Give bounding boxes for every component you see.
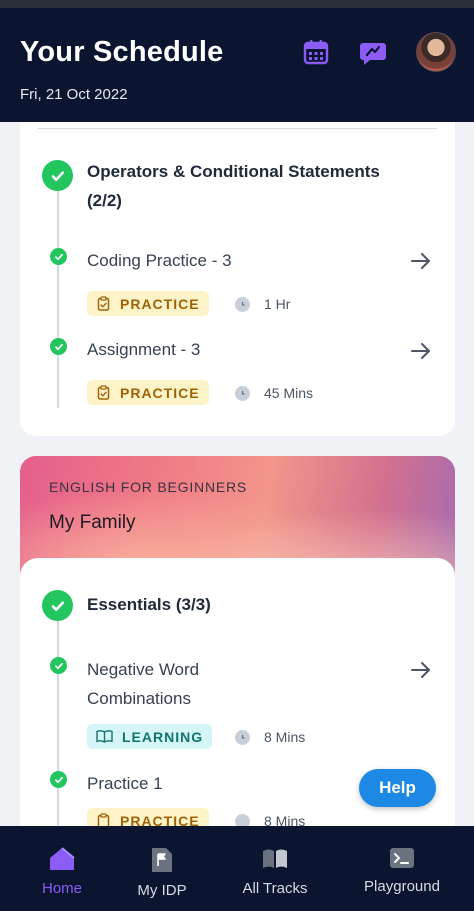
divider [38, 128, 437, 129]
course-topic-name: My Family [49, 512, 136, 533]
item-complete-check-icon [50, 248, 67, 265]
arrow-right-icon[interactable] [410, 340, 432, 362]
list-item-title[interactable]: Coding Practice - 3 [87, 246, 387, 275]
arrow-right-icon[interactable] [410, 659, 432, 681]
app-header: Your Schedule Fri, 21 Oct 2022 [0, 8, 474, 122]
nav-label: My IDP [137, 882, 187, 899]
status-bar-strip [0, 0, 474, 8]
practice-badge: PRACTICE [87, 808, 209, 826]
clipboard-icon [97, 813, 110, 826]
home-icon [50, 847, 75, 870]
course-track-name: ENGLISH FOR BEGINNERS [49, 479, 248, 495]
nav-playground[interactable]: Playground [356, 826, 448, 911]
badge-label: PRACTICE [120, 384, 200, 401]
help-button[interactable]: Help [359, 769, 436, 807]
item-complete-check-icon [50, 338, 67, 355]
arrow-right-icon[interactable] [410, 250, 432, 272]
timeline-line [57, 188, 59, 408]
current-date: Fri, 21 Oct 2022 [20, 86, 128, 103]
duration-text: 8 Mins [264, 813, 306, 826]
item-complete-check-icon [50, 771, 67, 788]
book-icon [263, 849, 287, 868]
calendar-icon[interactable] [302, 38, 330, 66]
nav-label: Playground [364, 878, 440, 895]
nav-label: Home [41, 880, 82, 897]
badge-label: PRACTICE [120, 812, 200, 827]
session-card: Operators & Conditional Statements (2/2)… [20, 122, 455, 436]
nav-home[interactable]: Home [30, 826, 94, 911]
list-item-title[interactable]: Assignment - 3 [87, 335, 387, 364]
page-title: Your Schedule [20, 36, 224, 68]
chat-icon[interactable] [359, 38, 387, 66]
nav-all-tracks[interactable]: All Tracks [232, 826, 318, 911]
list-item-title[interactable]: Negative Word Combinations [87, 655, 277, 713]
clock-icon [235, 297, 250, 312]
avatar[interactable] [416, 32, 456, 72]
duration-text: 45 Mins [264, 385, 314, 401]
practice-badge: PRACTICE [87, 380, 209, 405]
section-title: Essentials (3/3) [87, 595, 211, 614]
flag-doc-icon [152, 848, 172, 872]
clock-icon [235, 386, 250, 401]
nav-label: All Tracks [242, 880, 308, 897]
duration-text: 8 Mins [264, 729, 306, 745]
section-complete-check-icon [42, 590, 73, 621]
badge-label: LEARNING [122, 728, 204, 745]
learning-badge: LEARNING [87, 724, 213, 749]
clipboard-icon [97, 296, 110, 311]
badge-label: PRACTICE [120, 295, 200, 312]
terminal-icon [390, 848, 414, 868]
practice-badge: PRACTICE [87, 291, 209, 316]
duration-text: 1 Hr [264, 296, 291, 312]
clipboard-icon [97, 385, 110, 400]
nav-my-idp[interactable]: My IDP [130, 826, 194, 911]
list-item-title[interactable]: Practice 1 [87, 769, 387, 798]
clock-icon [235, 730, 250, 745]
schedule-content[interactable]: Operators & Conditional Statements (2/2)… [0, 122, 474, 826]
clock-icon [235, 814, 250, 826]
open-book-icon [96, 730, 113, 743]
timeline-line [57, 620, 59, 826]
bottom-navigation: Home My IDP All Tracks Playground [0, 826, 474, 911]
section-title: Operators & Conditional Statements (2/2) [87, 162, 380, 210]
item-complete-check-icon [50, 657, 67, 674]
section-complete-check-icon [42, 160, 73, 191]
